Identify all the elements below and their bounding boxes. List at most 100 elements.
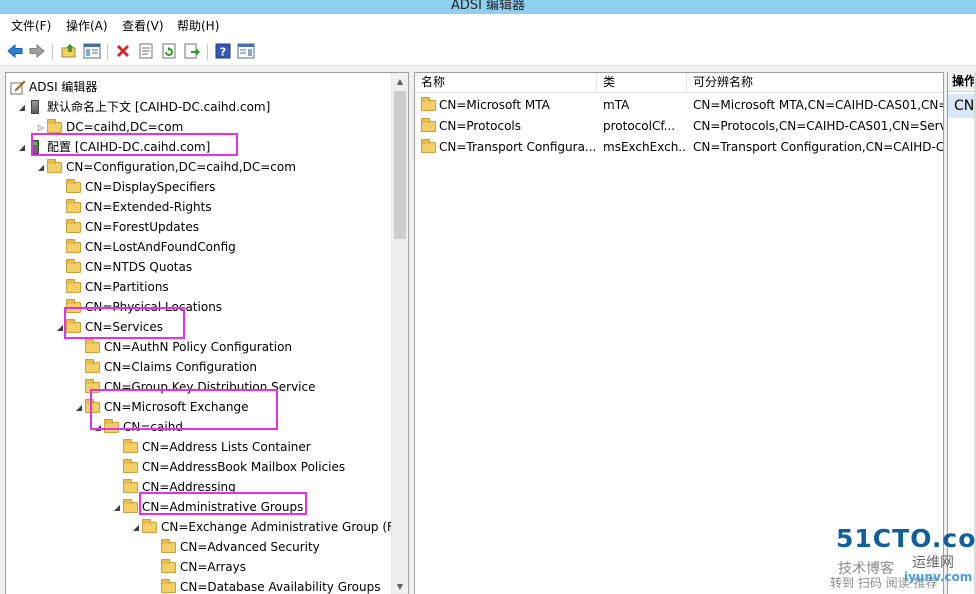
expanded-triangle-icon[interactable]: ◢ (73, 397, 85, 417)
column-header-name[interactable]: 名称 (415, 73, 597, 93)
menu-view[interactable]: 查看(V) (122, 18, 164, 34)
tree-item-partitions[interactable]: CN=Partitions (54, 277, 169, 297)
folder-icon (123, 437, 139, 457)
tree-item-label: CN=AuthN Policy Configuration (104, 340, 293, 354)
tree-item-address-lists-container[interactable]: CN=Address Lists Container (111, 437, 311, 457)
scroll-down-arrow-icon[interactable]: ▼ (392, 578, 408, 594)
expanded-triangle-icon[interactable]: ◢ (111, 497, 123, 517)
menu-action[interactable]: 操作(A) (66, 18, 108, 34)
tree-item-authn-policy-configuration[interactable]: CN=AuthN Policy Configuration (73, 337, 292, 357)
list-cell-class: mTA (603, 98, 630, 112)
menu-help[interactable]: 帮助(H) (177, 18, 219, 34)
column-header-class[interactable]: 类 (597, 73, 687, 93)
folder-icon (85, 337, 101, 357)
tree-item-ntds-quotas[interactable]: CN=NTDS Quotas (54, 257, 192, 277)
export-list-button[interactable] (183, 42, 201, 60)
folder-icon (66, 197, 82, 217)
tree-item-advanced-security[interactable]: CN=Advanced Security (149, 537, 320, 557)
list-cell-name: CN=Transport Configura... (439, 140, 597, 154)
tree-item-label: CN=DisplaySpecifiers (85, 180, 216, 194)
folder-icon (161, 557, 177, 577)
tree-item-label: CN=AddressBook Mailbox Policies (142, 460, 346, 474)
folder-icon (161, 537, 177, 557)
list-cell-name: CN=Microsoft MTA (439, 98, 550, 112)
tree-item-claims-configuration[interactable]: CN=Claims Configuration (73, 357, 257, 377)
tree-item-extended-rights[interactable]: CN=Extended-Rights (54, 197, 212, 217)
tree-item-default-naming-context[interactable]: ◢ 默认命名上下文 [CAIHD-DC.caihd.com] (16, 97, 270, 117)
help-button[interactable]: ? (214, 42, 232, 60)
folder-icon (421, 139, 436, 153)
delete-button[interactable] (114, 42, 132, 60)
tree-item-displayspecifiers[interactable]: CN=DisplaySpecifiers (54, 177, 215, 197)
highlight-box (90, 389, 278, 430)
column-header-dn[interactable]: 可分辨名称 (687, 73, 943, 93)
menu-bar: 文件(F) 操作(A) 查看(V) 帮助(H) (0, 14, 976, 38)
help-icon: ? (215, 43, 231, 59)
expanded-triangle-icon[interactable]: ◢ (16, 137, 28, 157)
list-item[interactable]: CN=Microsoft MTA mTA CN=Microsoft MTA,CN… (415, 95, 943, 116)
show-hide-console-tree-button[interactable] (83, 42, 101, 60)
scroll-up-arrow-icon[interactable]: ▲ (392, 73, 408, 89)
tree-vertical-scrollbar[interactable]: ▲ ▼ (391, 73, 408, 594)
folder-icon (421, 97, 436, 111)
tree-item-label: ADSI 编辑器 (29, 80, 98, 94)
tree-item-label: CN=Address Lists Container (142, 440, 311, 454)
up-level-button[interactable] (60, 42, 78, 60)
back-arrow-icon (7, 44, 23, 58)
adsi-root-icon (10, 77, 26, 97)
watermark-text: 运维网 (912, 555, 954, 571)
highlight-box (139, 492, 307, 515)
highlight-box (64, 307, 185, 339)
tree-item-lostandfoundconfig[interactable]: CN=LostAndFoundConfig (54, 237, 236, 257)
tree-item-database-availability-groups[interactable]: CN=Database Availability Groups (149, 577, 381, 594)
tree-item-arrays[interactable]: CN=Arrays (149, 557, 246, 577)
forward-arrow-icon (29, 44, 45, 58)
list-cell-class: protocolCf... (603, 119, 676, 133)
forward-button[interactable] (28, 42, 46, 60)
folder-icon (66, 217, 82, 237)
expanded-triangle-icon[interactable]: ◢ (130, 517, 142, 537)
result-list: 名称 类 可分辨名称 CN=Microsoft MTA mTA CN=Micro… (414, 72, 944, 594)
properties-icon (139, 43, 153, 59)
export-list-icon (184, 43, 200, 59)
tree-item-forestupdates[interactable]: CN=ForestUpdates (54, 217, 199, 237)
folder-icon (161, 577, 177, 594)
tree-item-adsi-root[interactable]: ADSI 编辑器 (10, 77, 97, 97)
toolbar: ? (0, 38, 976, 66)
refresh-icon (162, 43, 176, 59)
properties-button[interactable] (137, 42, 155, 60)
title-bar: ADSI 编辑器 (0, 0, 976, 14)
list-item[interactable]: CN=Transport Configura... msExchExch... … (415, 137, 943, 158)
toolbar-separator (107, 44, 108, 60)
actions-selected-item[interactable]: CN (948, 94, 976, 118)
tree-item-label: CN=Configuration,DC=caihd,DC=com (66, 160, 296, 174)
show-action-pane-button[interactable] (237, 42, 255, 60)
list-header: 名称 类 可分辨名称 (415, 73, 943, 93)
console-tree: ADSI 编辑器 ◢ 默认命名上下文 [CAIHD-DC.caihd.com] … (5, 72, 409, 594)
tree-item-label: CN=Claims Configuration (104, 360, 257, 374)
watermark: 51CTO.com 技术博客 运维网 转到 扫码 阅读 推荐 iyunv.com (822, 524, 976, 590)
show-hide-console-tree-icon (83, 43, 101, 59)
scrollbar-thumb[interactable] (394, 91, 406, 239)
tree-item-label: CN=Exchange Administrative Group (FYDIBO… (161, 520, 408, 534)
folder-icon (85, 357, 101, 377)
refresh-button[interactable] (160, 42, 178, 60)
list-cell-class: msExchExch... (603, 140, 687, 154)
toolbar-separator (207, 44, 208, 60)
expanded-triangle-icon[interactable]: ◢ (16, 97, 28, 117)
list-item[interactable]: CN=Protocols protocolCf... CN=Protocols,… (415, 116, 943, 137)
list-cell-dn: CN=Protocols,CN=CAIHD-CAS01,CN=Servers (693, 119, 944, 133)
tree-item-exchange-administrative-group[interactable]: ◢ CN=Exchange Administrative Group (FYDI… (130, 517, 408, 537)
tree-item-cn-configuration[interactable]: ◢ CN=Configuration,DC=caihd,DC=com (35, 157, 296, 177)
menu-file[interactable]: 文件(F) (11, 18, 51, 34)
tree-item-addressbook-mailbox-policies[interactable]: CN=AddressBook Mailbox Policies (111, 457, 345, 477)
expanded-triangle-icon[interactable]: ◢ (35, 157, 47, 177)
actions-header: 操作 (948, 72, 976, 92)
tree-item-label: CN=NTDS Quotas (85, 260, 193, 274)
folder-icon (123, 497, 139, 517)
folder-icon (66, 237, 82, 257)
back-button[interactable] (6, 42, 24, 60)
window-title: ADSI 编辑器 (450, 0, 526, 13)
toolbar-separator (52, 44, 53, 60)
folder-icon (142, 517, 158, 537)
